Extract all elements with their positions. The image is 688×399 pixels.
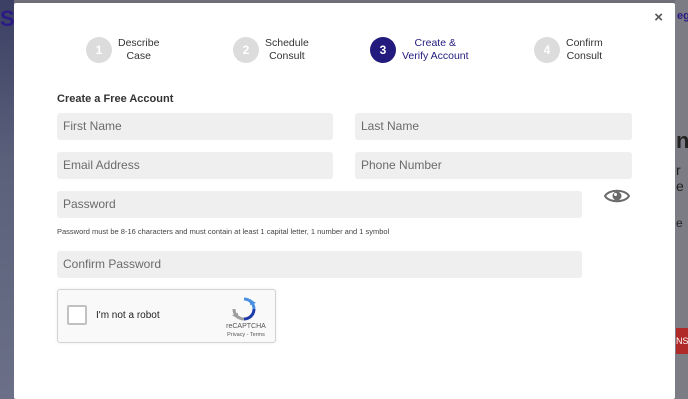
step-label: Confirm Consult (566, 37, 603, 62)
step-schedule-consult: 2 Schedule Consult (233, 37, 309, 63)
recaptcha-checkbox[interactable] (67, 305, 87, 325)
recaptcha-brand: reCAPTCHA (226, 323, 266, 330)
background-heading: ne (676, 128, 688, 153)
background-subtext: r e (676, 162, 684, 194)
step-confirm-consult: 4 Confirm Consult (534, 37, 603, 63)
background-logo: S (0, 6, 15, 31)
background-nav-text: egi (677, 10, 688, 22)
show-password-eye-icon[interactable] (604, 187, 630, 205)
first-name-field[interactable]: First Name (57, 113, 333, 140)
step-create-verify-account: 3 Create & Verify Account (370, 37, 469, 63)
step-number: 3 (370, 37, 396, 63)
background-page-left: S (0, 0, 15, 399)
step-label: Create & Verify Account (402, 37, 469, 62)
last-name-field[interactable]: Last Name (355, 113, 632, 140)
password-requirements-hint: Password must be 8-16 characters and mus… (57, 227, 390, 236)
recaptcha-logo-icon (232, 297, 256, 321)
password-field[interactable]: Password (57, 191, 582, 218)
recaptcha-widget: I'm not a robot reCAPTCHA Privacy - Term… (57, 289, 276, 343)
recaptcha-label: I'm not a robot (96, 310, 160, 321)
background-button: NS (676, 328, 688, 354)
confirm-password-field[interactable]: Confirm Password (57, 251, 582, 278)
create-account-modal: × 1 Describe Case 2 Schedule Consult 3 Cre… (14, 3, 675, 399)
step-label: Describe Case (118, 37, 160, 62)
form-title: Create a Free Account (57, 93, 174, 105)
step-number: 4 (534, 37, 560, 63)
email-field[interactable]: Email Address (57, 152, 333, 179)
background-text: e (676, 216, 683, 230)
close-icon[interactable]: × (654, 9, 663, 26)
phone-field[interactable]: Phone Number (355, 152, 632, 179)
step-number: 2 (233, 37, 259, 63)
recaptcha-privacy-terms[interactable]: Privacy - Terms (221, 332, 271, 338)
step-label: Schedule Consult (265, 37, 309, 62)
step-describe-case: 1 Describe Case (86, 37, 159, 63)
step-number: 1 (86, 37, 112, 63)
